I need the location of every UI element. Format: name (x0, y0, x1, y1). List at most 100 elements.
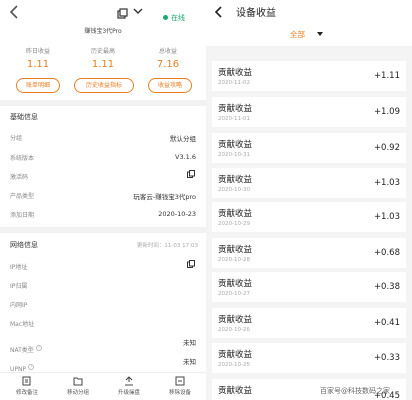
row-label: 产品类型 (10, 193, 35, 200)
help-icon[interactable]: ? (35, 344, 42, 351)
item-date: 2020-10-28 (218, 257, 250, 263)
back-button[interactable] (214, 4, 224, 18)
list-item[interactable]: 贡献收益 2020-10-29 +1.03 (212, 202, 406, 232)
remove-device-button[interactable]: 移除设备 (155, 376, 205, 396)
watermark: 百家号@科技数码之家 (320, 387, 390, 395)
item-value: +0.38 (373, 282, 400, 292)
item-title: 贡献收益 (218, 175, 253, 185)
toolbar-label: 升级操盘 (117, 390, 140, 396)
product-type-value: 玩客云-赚钱宝3代pro (133, 193, 196, 201)
row-label: 分组 (10, 135, 23, 142)
earnings-header: 设备收益 (206, 0, 412, 22)
device-name: 赚钱宝3代Pro (84, 28, 122, 35)
bottom-toolbar: 修改备注 移动分组 升级操盘 移除设备 (0, 372, 206, 400)
row-label: 添加日期 (10, 212, 35, 219)
device-remove-icon (175, 376, 185, 386)
stat-yesterday: 昨日收益 1.11 (8, 46, 68, 70)
item-date: 2020-10-30 (218, 187, 250, 193)
screenshot: 在线 赚钱宝3代Pro 昨日收益 1.11 历史最高 1.11 总收益 7.16… (0, 0, 412, 400)
online-dot (163, 15, 168, 20)
move-group-button[interactable]: 移动分组 (53, 376, 103, 396)
stat-label: 昨日收益 (25, 48, 50, 55)
list-item[interactable]: 贡献收益 2020-10-31 +0.92 (212, 133, 406, 163)
item-date: 2020-10-26 (218, 327, 250, 333)
item-date: 2020-11-01 (218, 116, 250, 122)
chevron-down-icon[interactable] (132, 6, 144, 16)
item-value: +0.41 (373, 318, 400, 328)
filter-label: 全部 (290, 30, 305, 39)
copy-icon[interactable] (187, 170, 195, 178)
row-label: NAT类型 (10, 347, 34, 354)
item-value: +1.03 (373, 212, 400, 222)
item-value: +0.92 (373, 143, 400, 153)
device-header: 在线 赚钱宝3代Pro (0, 0, 206, 35)
list-item[interactable]: 贡献收益 2020-10-25 +0.33 (212, 343, 406, 373)
basic-info-title: 基础信息 (10, 113, 38, 121)
status-badge: 在线 (171, 14, 185, 22)
edit-icon (22, 376, 31, 386)
item-value: +0.33 (373, 353, 400, 363)
item-title: 贡献收益 (218, 245, 253, 255)
list-item[interactable]: 贡献收益 2020-10-30 +1.03 (212, 168, 406, 198)
system-version-value: V3.1.6 (175, 153, 196, 161)
item-value: +1.09 (373, 107, 400, 117)
item-title: 贡献收益 (218, 209, 253, 219)
added-date-value: 2020-10-23 (158, 210, 196, 218)
back-button[interactable] (9, 5, 25, 23)
list-item[interactable]: 贡献收益 2020-10-28 +0.68 (212, 238, 406, 268)
help-icon[interactable]: ? (28, 363, 35, 370)
stat-total: 总收益 7.16 (138, 46, 198, 70)
back-icon (214, 6, 222, 18)
copy-icon[interactable] (187, 260, 195, 268)
item-date: 2020-10-27 (218, 291, 250, 297)
item-date: 2020-10-29 (218, 221, 250, 227)
upgrade-button[interactable]: 升级操盘 (104, 376, 154, 396)
item-title: 贡献收益 (218, 386, 253, 396)
item-title: 贡献收益 (218, 350, 253, 360)
filter-dropdown[interactable]: 全部 (206, 22, 412, 46)
stat-highest: 历史最高 1.11 (73, 46, 133, 70)
stat-value: 1.11 (91, 59, 115, 70)
item-title: 贡献收益 (218, 68, 253, 78)
copy-icon[interactable] (117, 8, 128, 19)
list-item[interactable]: 贡献收益 2020-11-02 +1.11 (212, 61, 406, 91)
item-title: 贡献收益 (218, 315, 253, 325)
bill-detail-button[interactable]: 账单明细 (16, 78, 60, 93)
item-title: 贡献收益 (218, 279, 253, 289)
earnings-guide-button[interactable]: 收益攻略 (148, 78, 192, 93)
stat-label: 历史最高 (90, 48, 115, 55)
toolbar-label: 移动分组 (66, 390, 89, 396)
toolbar-label: 移除设备 (168, 390, 191, 396)
earnings-buttons: 账单明细 历史收益指标 收益攻略 (0, 78, 206, 94)
list-item[interactable]: 贡献收益 2020-11-01 +1.09 (212, 97, 406, 127)
item-date: 2020-10-25 (218, 362, 250, 368)
earnings-stats: 昨日收益 1.11 历史最高 1.11 总收益 7.16 (0, 46, 206, 76)
item-value: +0.68 (373, 248, 400, 258)
edit-note-button[interactable]: 修改备注 (2, 376, 52, 396)
stat-value: 7.16 (156, 59, 180, 70)
stat-value: 1.11 (26, 59, 50, 70)
item-date: 2020-10-31 (218, 152, 250, 158)
item-title: 贡献收益 (218, 104, 253, 114)
row-label: Mac地址 (10, 321, 35, 328)
row-label: 系统版本 (10, 155, 35, 162)
item-title: 贡献收益 (218, 140, 253, 150)
row-label: 内网IP (10, 302, 28, 309)
device-detail-panel: 在线 赚钱宝3代Pro 昨日收益 1.11 历史最高 1.11 总收益 7.16… (0, 0, 206, 400)
history-index-button[interactable]: 历史收益指标 (74, 78, 134, 93)
upload-icon (125, 376, 133, 386)
list-item[interactable]: 贡献收益 2020-10-26 +0.41 (212, 308, 406, 338)
list-item[interactable]: 贡献收益 2020-10-27 +0.38 (212, 272, 406, 302)
row-label: IP归属 (10, 283, 28, 290)
stat-label: 总收益 (158, 48, 177, 55)
item-date: 2020-11-02 (218, 80, 250, 86)
item-value: +1.11 (373, 71, 400, 81)
caret-down-icon (317, 32, 323, 36)
nat-row: NAT类型? (10, 337, 42, 356)
row-label: IP地址 (10, 264, 28, 271)
page-title: 设备收益 (236, 8, 276, 19)
toolbar-label: 修改备注 (15, 390, 38, 396)
divider (0, 227, 206, 233)
upnp-value: 未知 (183, 358, 196, 366)
group-value[interactable]: 默认分组 (170, 133, 196, 143)
